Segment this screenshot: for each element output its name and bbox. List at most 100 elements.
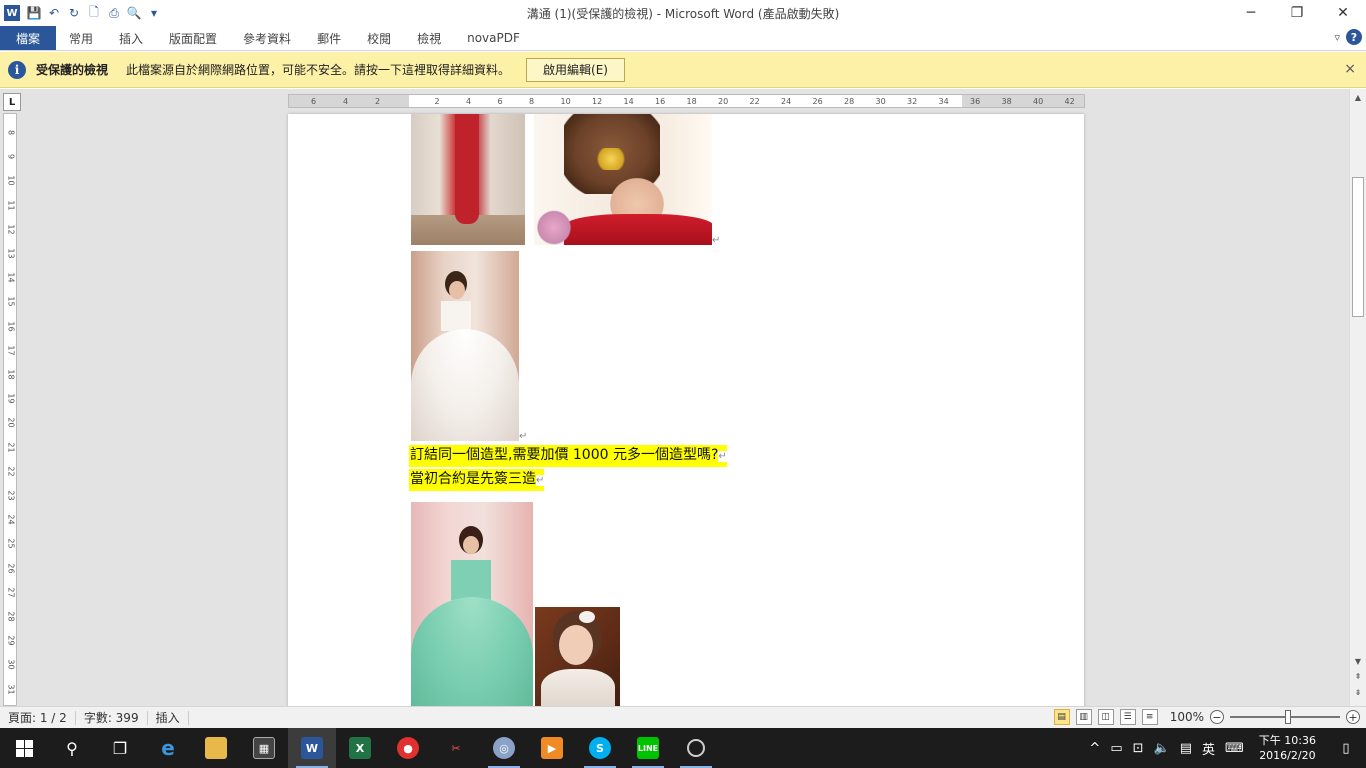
show-hidden-icons-icon[interactable]: ^ [1084,741,1105,756]
paragraph-mark: ↵ [712,235,721,246]
app-red-icon[interactable]: ● [384,728,432,768]
zoom-slider[interactable] [1230,710,1340,724]
photo-hair-accessory[interactable] [534,114,712,245]
tab-mailings[interactable]: 郵件 [304,26,354,50]
photo-mint-gown[interactable] [411,502,533,706]
ruler-tick-label: 18 [6,369,16,380]
ruler-tick-label: 26 [812,97,823,106]
ruler-tick-label: 19 [6,393,16,404]
tab-novapdf[interactable]: novaPDF [454,26,533,50]
vertical-scrollbar[interactable]: ▲ ▼ ⇞ ⇟ [1349,89,1366,706]
zoom-in-icon[interactable]: + [1346,710,1360,724]
info-icon: i [8,60,26,79]
ruler-tick-label: 14 [623,97,634,106]
tab-view[interactable]: 檢視 [404,26,454,50]
ime-indicator[interactable]: 英 [1197,739,1220,758]
outline-view-icon[interactable]: ☰ [1119,709,1136,725]
ruler-tick-label: 11 [6,200,16,211]
photo-white-gown[interactable] [411,251,519,441]
edge-icon[interactable]: e [144,728,192,768]
ruler-tick-label: 22 [6,466,16,477]
help-icon[interactable]: ? [1346,29,1362,45]
minimize-button[interactable]: ─ [1228,0,1274,26]
next-page-icon[interactable]: ⇟ [1350,688,1366,697]
start-button[interactable] [0,728,48,768]
tab-file[interactable]: 檔案 [0,26,56,50]
excel-icon[interactable]: X [336,728,384,768]
notification-icon[interactable]: ▯ [1326,728,1366,768]
previous-page-icon[interactable]: ⇞ [1350,672,1366,681]
keyboard-icon[interactable]: ⌨ [1220,741,1249,756]
print-preview-icon[interactable]: 🔍 [124,3,144,23]
full-screen-reading-view-icon[interactable]: ▥ [1075,709,1092,725]
line-icon[interactable]: LINE [624,728,672,768]
store-icon[interactable]: ▦ [240,728,288,768]
ruler-tick-label: 4 [466,97,472,106]
ruler-tick-label: 28 [6,611,16,622]
insert-mode[interactable]: 插入 [148,710,189,725]
ruler-tick-label: 13 [6,248,16,259]
print-layout-view-icon[interactable]: ▤ [1053,709,1070,725]
page-indicator[interactable]: 頁面: 1 / 2 [0,710,76,725]
customize-qat-icon[interactable]: ▾ [144,3,164,23]
tab-references[interactable]: 參考資料 [230,26,304,50]
horizontal-ruler[interactable]: 6 4 2 2 4 6 8 10 12 14 16 18 20 22 24 26 28 30 32 34 36 38 40 4… [288,94,1085,108]
tab-insert[interactable]: 插入 [106,26,156,50]
tab-selector[interactable]: L [3,93,21,111]
paragraph-mark: ↵ [519,431,528,442]
ruler-tick-label: 40 [1033,97,1044,106]
draft-view-icon[interactable]: ≡ [1141,709,1158,725]
zoom-slider-thumb[interactable] [1285,710,1291,724]
skype-icon[interactable]: S [576,728,624,768]
vertical-ruler[interactable]: 8 9 10 11 12 13 14 15 16 17 18 19 20 21 22 23 24 25 26 27 28… [3,113,17,706]
word-app-icon[interactable]: W [4,5,20,21]
snipping-tool-icon[interactable]: ✂ [432,728,480,768]
ruler-tick-label: 23 [6,490,16,501]
zoom-level[interactable]: 100% [1170,710,1204,724]
clock[interactable]: 下午 10:36 2016/2/20 [1249,733,1326,763]
scroll-down-icon[interactable]: ▼ [1350,657,1366,666]
undo-icon[interactable]: ↶ [44,3,64,23]
search-icon[interactable]: ⚲ [48,728,96,768]
enable-editing-button[interactable]: 啟用編輯(E) [526,57,625,82]
quick-access-toolbar: W 💾 ↶ ↻ 🗋 ⎙ 🔍 ▾ [0,0,164,26]
media-player-icon[interactable]: ▶ [528,728,576,768]
tab-page-layout[interactable]: 版面配置 [156,26,230,50]
document-page[interactable]: ↵ ↵ 訂結同一個造型,需要加價 1000 元多一個造型嗎?↵ 當初合約是先簽三… [288,114,1084,706]
print-icon[interactable]: ⎙ [104,3,124,23]
redo-icon[interactable]: ↻ [64,3,84,23]
tab-home[interactable]: 常用 [56,26,106,50]
maximize-button[interactable]: ❐ [1274,0,1320,26]
task-view-icon[interactable]: ❐ [96,728,144,768]
close-bar-icon[interactable]: × [1344,61,1356,77]
zoom-out-icon[interactable]: − [1210,710,1224,724]
ruler-tick-label: 6 [497,97,503,106]
network-icon[interactable]: ⊡ [1128,741,1149,756]
ruler-tick-label: 14 [6,272,16,283]
word-taskbar-icon[interactable]: W [288,728,336,768]
ruler-tick-label: 31 [6,684,16,695]
tab-review[interactable]: 校閱 [354,26,404,50]
protected-view-message[interactable]: 此檔案源自於網際網路位置，可能不安全。請按一下這裡取得詳細資料。 [126,61,510,78]
message-icon[interactable]: ▤ [1175,741,1197,756]
clock-date: 2016/2/20 [1259,749,1316,762]
photo-red-dress[interactable] [411,114,525,245]
volume-icon[interactable]: 🔈 [1149,741,1175,756]
web-layout-view-icon[interactable]: ◫ [1097,709,1114,725]
scroll-thumb[interactable] [1352,177,1364,317]
expand-ribbon-icon[interactable]: ▿ [1334,31,1340,44]
scroll-up-icon[interactable]: ▲ [1350,93,1366,102]
document-workspace: L 6 4 2 2 4 6 8 10 12 14 16 18 20 22 24 26 28 30 32 34 36 38 4… [0,89,1366,706]
ruler-tick-label: 26 [6,563,16,574]
window-controls: ─ ❐ ✕ [1228,0,1366,26]
photo-portrait[interactable] [535,607,620,706]
ruler-tick-label: 34 [938,97,949,106]
file-explorer-icon[interactable] [192,728,240,768]
new-document-icon[interactable]: 🗋 [84,3,104,23]
power-icon[interactable]: ▭ [1105,741,1127,756]
chrome-icon[interactable]: ◎ [480,728,528,768]
close-button[interactable]: ✕ [1320,0,1366,26]
save-icon[interactable]: 💾 [24,3,44,23]
word-count[interactable]: 字數: 399 [76,710,148,725]
app-circle-icon[interactable] [672,728,720,768]
